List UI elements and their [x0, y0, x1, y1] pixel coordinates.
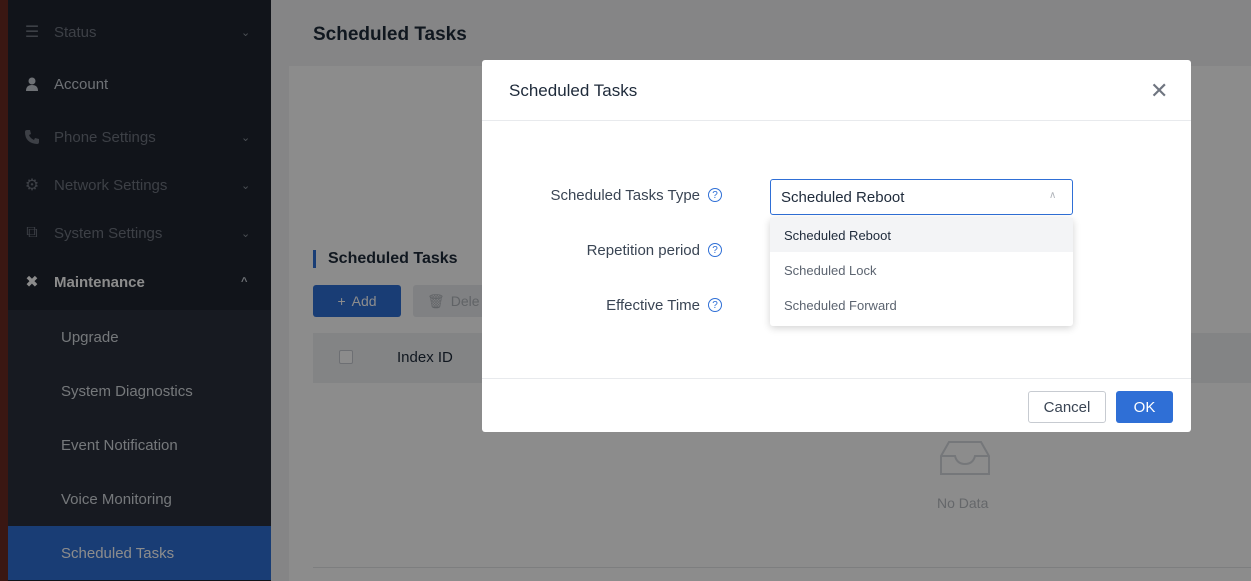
close-icon[interactable]: ✕ — [1150, 78, 1168, 104]
option-scheduled-forward[interactable]: Scheduled Forward — [770, 288, 1073, 322]
option-scheduled-reboot[interactable]: Scheduled Reboot — [770, 218, 1073, 252]
scheduled-tasks-type-label: Scheduled Tasks Type? — [522, 187, 722, 204]
scheduled-tasks-type-dropdown: Scheduled Reboot Scheduled Lock Schedule… — [770, 218, 1073, 326]
help-icon[interactable]: ? — [708, 298, 722, 313]
help-icon[interactable]: ? — [708, 188, 722, 203]
scheduled-tasks-dialog: Scheduled Tasks ✕ Scheduled Tasks Type? … — [482, 60, 1191, 432]
cancel-button[interactable]: Cancel — [1028, 391, 1106, 423]
dialog-title: Scheduled Tasks — [509, 81, 638, 100]
dialog-footer-divider — [482, 378, 1191, 379]
dialog-header-divider — [482, 120, 1191, 121]
repetition-period-label: Repetition period? — [522, 242, 722, 259]
help-icon[interactable]: ? — [708, 243, 722, 258]
scheduled-tasks-type-select[interactable]: Scheduled Reboot ∧ — [770, 179, 1073, 215]
effective-time-label: Effective Time? — [522, 297, 722, 314]
option-scheduled-lock[interactable]: Scheduled Lock — [770, 253, 1073, 287]
ok-button[interactable]: OK — [1116, 391, 1173, 423]
chevron-up-icon: ∧ — [1049, 190, 1057, 201]
